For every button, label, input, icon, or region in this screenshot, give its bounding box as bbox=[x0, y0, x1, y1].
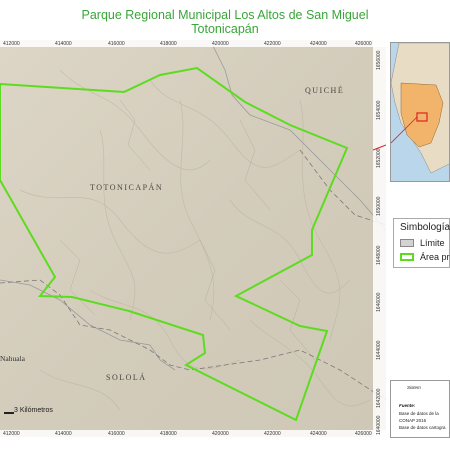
x-tick-bottom: 418000 bbox=[160, 431, 177, 437]
x-tick: 422000 bbox=[264, 41, 281, 47]
y-tick: 1650000 bbox=[376, 196, 382, 216]
source-panel: Sistem Fuente: Base de datos de la CONAP… bbox=[390, 380, 450, 438]
label-quiche: QUICHÉ bbox=[305, 86, 345, 95]
label-nahuala: Nahuala bbox=[0, 354, 25, 363]
y-tick: 1644000 bbox=[376, 340, 382, 360]
source-label: Fuente: bbox=[399, 403, 416, 408]
label-solola: SOLOLÁ bbox=[106, 373, 147, 382]
scale-bar bbox=[4, 412, 14, 414]
x-tick: 418000 bbox=[160, 41, 177, 47]
y-tick: 1646000 bbox=[376, 292, 382, 312]
x-tick: 412000 bbox=[3, 41, 20, 47]
title-line-1: Parque Regional Municipal Los Altos de S… bbox=[81, 8, 369, 22]
legend-swatch-limit bbox=[400, 239, 414, 247]
x-tick: 414000 bbox=[55, 41, 72, 47]
title-line-2: Totonicapán bbox=[191, 22, 259, 36]
label-totonicapan: TOTONICAPÁN bbox=[90, 183, 164, 192]
y-tick: 1642000 bbox=[376, 388, 382, 408]
x-tick-bottom: 416000 bbox=[108, 431, 125, 437]
legend-title: Simbología bbox=[400, 222, 450, 233]
legend-swatch-protected-area bbox=[400, 253, 414, 261]
source-heading: Sistem bbox=[407, 385, 421, 390]
x-tick-bottom: 414000 bbox=[55, 431, 72, 437]
y-tick: 1648000 bbox=[376, 245, 382, 265]
y-tick: 1656000 bbox=[376, 50, 382, 70]
map-canvas bbox=[0, 40, 386, 437]
legend-panel: Simbología Límite Área pr bbox=[393, 218, 450, 268]
x-tick-bottom: 412000 bbox=[3, 431, 20, 437]
legend-label: Límite bbox=[420, 238, 445, 248]
y-tick: 1652000 bbox=[376, 148, 382, 168]
y-tick: 1654000 bbox=[376, 100, 382, 120]
x-tick: 416000 bbox=[108, 41, 125, 47]
source-line: CONAP 2016 bbox=[399, 418, 427, 423]
legend-label: Área pr bbox=[420, 252, 450, 262]
map-title: Parque Regional Municipal Los Altos de S… bbox=[0, 8, 450, 36]
locator-inset-map bbox=[390, 42, 450, 182]
source-line: Base de datos de la bbox=[399, 411, 439, 416]
x-tick-bottom: 422000 bbox=[264, 431, 281, 437]
source-line: Base de datos cartogra bbox=[399, 425, 446, 430]
x-tick-bottom: 420000 bbox=[212, 431, 229, 437]
x-tick: 424000 bbox=[310, 41, 327, 47]
legend-item: Límite bbox=[398, 238, 450, 250]
scale-label: 3 Kilómetros bbox=[14, 407, 53, 414]
terrain-background bbox=[0, 40, 386, 437]
map-frame[interactable]: 412000 414000 416000 418000 420000 42200… bbox=[0, 40, 386, 437]
y-tick: 1640000 bbox=[376, 415, 382, 435]
x-tick-bottom: 426000 bbox=[355, 431, 372, 437]
x-tick: 420000 bbox=[212, 41, 229, 47]
legend-item: Área pr bbox=[398, 252, 450, 264]
x-tick-bottom: 424000 bbox=[310, 431, 327, 437]
x-tick: 426000 bbox=[355, 41, 372, 47]
inset-canvas bbox=[391, 43, 449, 174]
